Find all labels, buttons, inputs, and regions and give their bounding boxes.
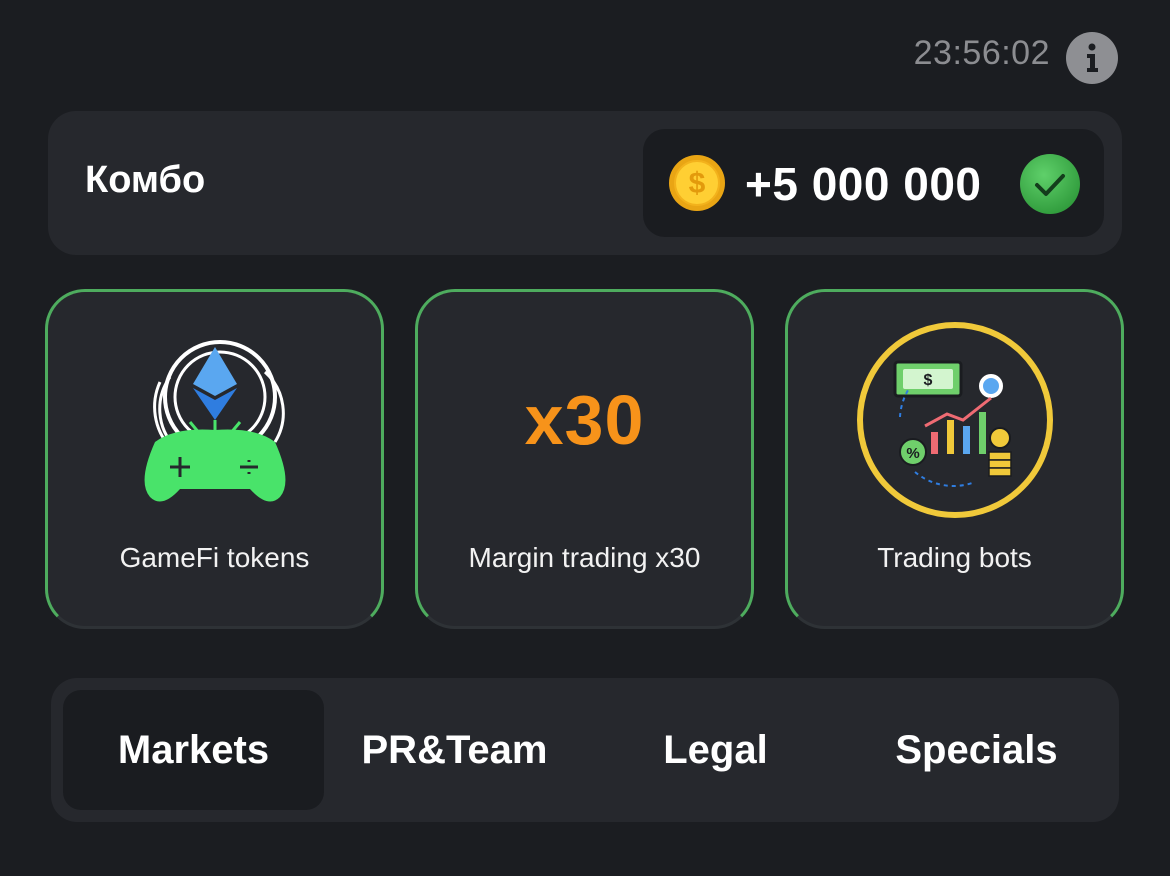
info-icon [1087,43,1098,72]
info-button[interactable] [1066,32,1118,84]
svg-text:%: % [906,445,919,462]
card-label: GameFi tokens [119,542,310,573]
combo-title: Комбо [85,159,206,201]
tab-legal[interactable]: Legal [585,690,846,810]
card-gamefi-tokens[interactable]: GameFi tokens [45,289,384,629]
svg-text:$: $ [923,372,932,389]
card-margin-trading[interactable]: x30 Margin trading x30 [415,289,754,629]
tab-markets[interactable]: Markets [63,690,324,810]
gamepad-ethereum-icon [144,340,285,502]
category-tabs: Markets PR&Team Legal Specials [51,678,1119,822]
svg-text:$: $ [689,167,706,200]
card-label: Trading bots [877,542,1032,573]
card-trading-bots[interactable]: $ % Trading bots [785,289,1124,629]
check-icon [1020,154,1080,214]
x30-art: x30 [524,381,645,459]
tab-pr-team[interactable]: PR&Team [324,690,585,810]
card-label: Margin trading x30 [468,542,701,573]
combo-panel: Комбо $ +5 000 000 [48,111,1122,255]
coin-icon: $ [669,155,725,211]
trading-bot-icon: $ % [856,322,1053,518]
combo-reward: $ +5 000 000 [643,129,1104,237]
reward-amount: +5 000 000 [745,158,982,210]
countdown-timer: 23:56:02 [913,34,1050,72]
tab-specials[interactable]: Specials [846,690,1107,810]
